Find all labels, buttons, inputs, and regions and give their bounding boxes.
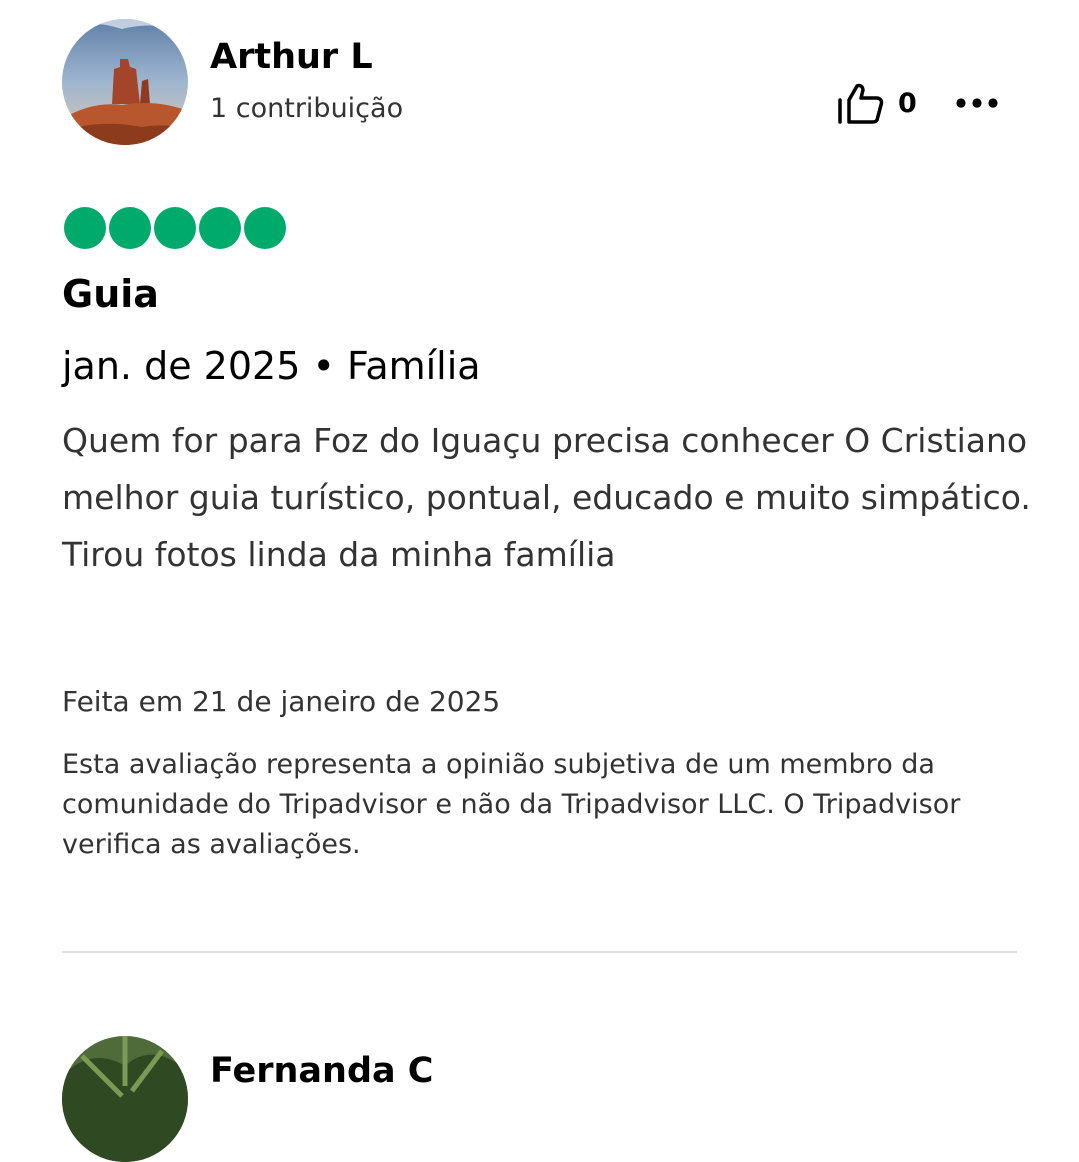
rating-bubble-icon [154, 207, 196, 249]
more-options-icon[interactable] [955, 90, 999, 116]
rating-bubble-icon [109, 207, 151, 249]
thumbs-up-icon [838, 83, 884, 124]
review-disclaimer: Esta avaliação representa a opinião subj… [62, 749, 961, 860]
helpful-vote-button[interactable]: 0 [836, 82, 917, 126]
review-divider [62, 951, 1017, 953]
trip-date-type: jan. de 2025 • Família [62, 344, 481, 388]
author-name[interactable]: Arthur L [210, 36, 373, 78]
review-text: Quem for para Foz do Iguaçu precisa conh… [62, 421, 1031, 574]
review-title[interactable]: Guia [62, 270, 159, 318]
contribution-count: 1 contribuição [210, 93, 404, 124]
helpful-count: 0 [898, 88, 917, 119]
next-author-name[interactable]: Fernanda C [210, 1050, 433, 1092]
author-avatar[interactable] [62, 19, 188, 145]
rating-bubble-icon [64, 207, 106, 249]
rating-bubble-icon [199, 207, 241, 249]
written-date: Feita em 21 de janeiro de 2025 [62, 685, 501, 718]
next-author-avatar[interactable] [62, 1036, 188, 1162]
rating-bubble-icon [244, 207, 286, 249]
rating-bubbles [64, 207, 286, 249]
